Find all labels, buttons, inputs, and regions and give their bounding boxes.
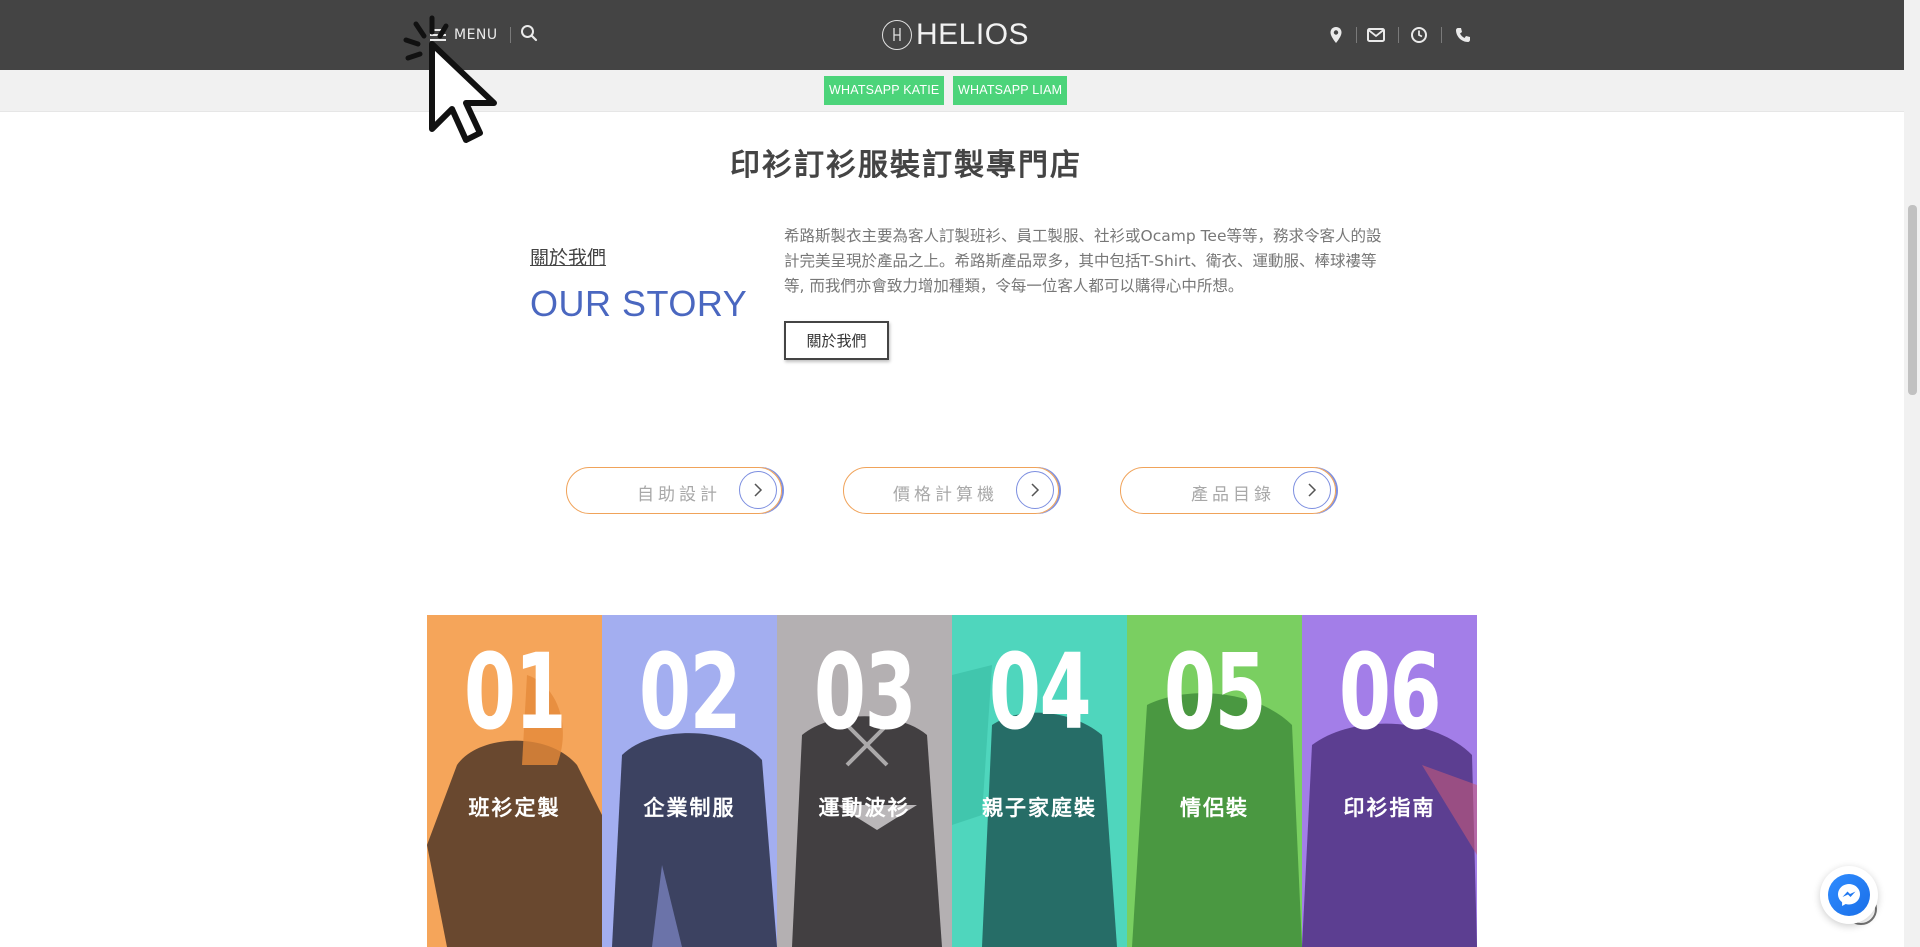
phone-icon[interactable] [1453, 25, 1473, 45]
about-us-button[interactable]: 關於我們 [784, 321, 889, 360]
tile-printing-guide[interactable]: 06 印衫指南 [1302, 615, 1477, 947]
tile-sports-shirts[interactable]: 03 運動波衫 [777, 615, 952, 947]
header-divider [510, 27, 511, 43]
tile-label: 親子家庭裝 [982, 796, 1097, 820]
tile-number: 03 [813, 631, 917, 753]
chevron-right-icon [1016, 471, 1054, 509]
messenger-chat-button[interactable] [1820, 866, 1878, 924]
scrollbar-thumb[interactable] [1908, 205, 1917, 395]
location-icon[interactable] [1326, 25, 1346, 45]
tile-couple-wear[interactable]: 05 情侶裝 [1127, 615, 1302, 947]
tile-class-shirts[interactable]: 01 班衫定製 [427, 615, 602, 947]
self-design-button[interactable]: 自助設計 [566, 467, 782, 514]
category-tiles: 01 班衫定製 02 企業制服 03 運動波衫 04 親子家庭裝 05 情侶裝 … [427, 615, 1477, 947]
about-description: 希路斯製衣主要為客人訂製班衫、員工製服、社衫或Ocamp Tee等等，務求令客人… [784, 227, 1382, 295]
hamburger-icon [430, 29, 446, 41]
whatsapp-liam-button[interactable]: WHATSAPP LIAM [953, 76, 1068, 105]
search-icon[interactable] [520, 24, 540, 44]
whatsapp-bar: WHATSAPP KATIE WHATSAPP LIAM [0, 70, 1904, 112]
tile-number: 01 [463, 631, 567, 753]
menu-label: MENU [454, 27, 498, 43]
our-story-heading: OUR STORY [530, 283, 748, 324]
whatsapp-katie-button[interactable]: WHATSAPP KATIE [824, 76, 945, 105]
chevron-right-icon [739, 471, 777, 509]
logo-text: HELIOS [916, 18, 1030, 51]
page-scrollbar[interactable] [1904, 0, 1920, 947]
page-title: 印衫訂衫服裝訂製專門店 [730, 148, 1082, 183]
about-us-link[interactable]: 關於我們 [530, 243, 606, 270]
pill-label: 價格計算機 [893, 485, 998, 505]
mail-icon[interactable] [1366, 25, 1386, 45]
pill-label: 自助設計 [637, 485, 721, 505]
logo-emblem-icon [882, 20, 912, 50]
tile-label: 運動波衫 [818, 796, 911, 820]
tile-corporate-uniform[interactable]: 02 企業制服 [602, 615, 777, 947]
tile-number: 02 [638, 631, 742, 753]
page: MENU HELIOS WHATSAPP KATIE WHATSAPP LIAM… [0, 0, 1920, 947]
menu-button[interactable]: MENU [430, 22, 498, 48]
product-catalog-button[interactable]: 產品目錄 [1120, 467, 1336, 514]
tile-family-wear[interactable]: 04 親子家庭裝 [952, 615, 1127, 947]
tile-label: 班衫定製 [468, 796, 561, 820]
header-divider [1356, 27, 1357, 43]
site-header: MENU HELIOS [0, 0, 1904, 70]
tile-number: 04 [988, 631, 1092, 753]
tile-label: 情侶裝 [1180, 796, 1249, 820]
header-divider [1398, 27, 1399, 43]
tile-label: 印衫指南 [1343, 796, 1436, 820]
clock-icon[interactable] [1409, 25, 1429, 45]
pill-label: 產品目錄 [1191, 485, 1275, 505]
tile-label: 企業制服 [643, 796, 736, 820]
header-divider [1441, 27, 1442, 43]
chevron-right-icon [1293, 471, 1331, 509]
site-logo[interactable]: HELIOS [882, 16, 1029, 54]
price-calculator-button[interactable]: 價格計算機 [843, 467, 1059, 514]
messenger-icon [1828, 874, 1870, 916]
tile-number: 06 [1338, 631, 1442, 753]
tile-number: 05 [1163, 631, 1267, 753]
